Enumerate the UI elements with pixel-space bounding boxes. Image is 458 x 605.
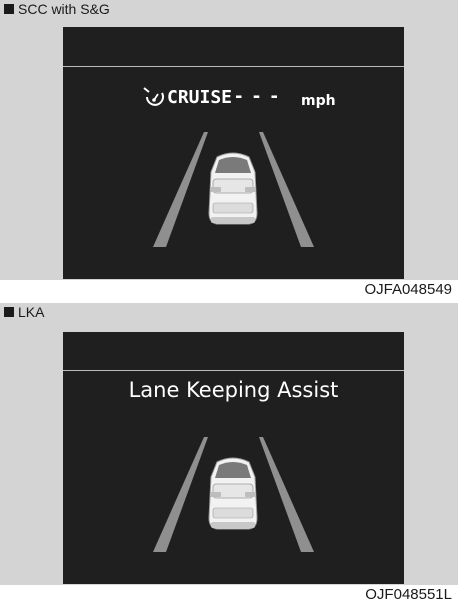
figure-scc: SCC with S&G CRUISE - - - mph OJFA048549: [0, 0, 458, 300]
section-label: SCC with S&G: [4, 0, 110, 18]
cluster-display: CRUISE - - - mph: [63, 27, 404, 279]
reference-code: OJFA048549: [364, 281, 452, 298]
vehicle-rear-icon: [208, 457, 258, 530]
vehicle-rear-icon: [208, 152, 258, 225]
left-lane-marking: [153, 132, 208, 247]
right-lane-marking: [259, 132, 314, 247]
lane-scene: [153, 437, 314, 552]
reference-code: OJF048551L: [365, 586, 452, 603]
right-lane-marking: [259, 437, 314, 552]
figure-lka: LKA Lane Keeping Assist OJF048551L: [0, 303, 458, 605]
bullet-square-icon: [4, 307, 14, 317]
cluster-panel: CRUISE - - - mph: [0, 18, 458, 280]
section-label-text: LKA: [18, 304, 45, 320]
section-label-bar: LKA: [0, 303, 458, 321]
section-label-bar: SCC with S&G: [0, 0, 458, 18]
lane-scene: [153, 132, 314, 247]
section-label: LKA: [4, 303, 44, 321]
section-label-text: SCC with S&G: [18, 1, 110, 17]
left-lane-marking: [153, 437, 208, 552]
cluster-panel: Lane Keeping Assist: [0, 321, 458, 585]
bullet-square-icon: [4, 4, 14, 14]
cluster-display: Lane Keeping Assist: [63, 332, 404, 584]
